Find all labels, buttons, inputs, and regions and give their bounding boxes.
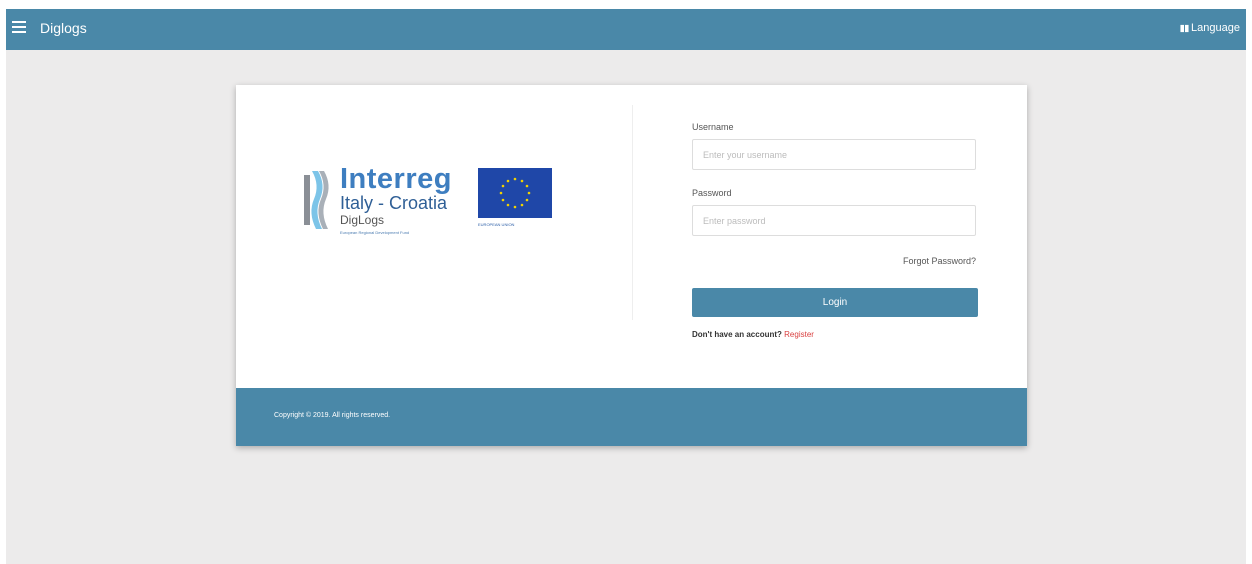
- top-navbar: Diglogs Language: [6, 9, 1246, 50]
- logo-program-text: Interreg: [340, 163, 452, 195]
- login-card: Interreg Italy - Croatia DigLogs Europea…: [236, 85, 1027, 446]
- copyright-text: Copyright © 2019. All rights reserved.: [274, 412, 391, 419]
- book-icon: [1180, 24, 1189, 32]
- login-button[interactable]: Login: [692, 288, 978, 317]
- username-label: Username: [692, 122, 734, 132]
- password-input[interactable]: [692, 205, 976, 236]
- logo-region-text: Italy - Croatia: [340, 193, 448, 213]
- hamburger-menu-icon[interactable]: [12, 21, 26, 33]
- password-label: Password: [692, 188, 732, 198]
- vertical-divider: [632, 105, 633, 320]
- interreg-diglogs-logo: Interreg Italy - Croatia DigLogs Europea…: [302, 163, 562, 251]
- no-account-text: Don't have an account?: [692, 330, 782, 339]
- register-link[interactable]: Register: [784, 330, 814, 339]
- logo-project-text: DigLogs: [340, 213, 385, 227]
- card-footer: Copyright © 2019. All rights reserved.: [236, 388, 1027, 446]
- login-card-body: Interreg Italy - Croatia DigLogs Europea…: [236, 85, 1027, 388]
- eu-flag-icon: [478, 168, 552, 218]
- app-title[interactable]: Diglogs: [40, 20, 87, 36]
- logo-fund-text: European Regional Development Fund: [340, 230, 410, 235]
- interreg-wave-icon: [304, 171, 329, 229]
- eu-label: EUROPEAN UNION: [478, 222, 515, 227]
- language-label: Language: [1191, 22, 1240, 34]
- language-button[interactable]: Language: [1180, 22, 1240, 34]
- forgot-password-link[interactable]: Forgot Password?: [903, 256, 976, 266]
- username-input[interactable]: [692, 139, 976, 170]
- app-shell: Diglogs Language Interreg Italy - Croati…: [6, 9, 1246, 564]
- signup-prompt: Don't have an account? Register: [692, 330, 814, 339]
